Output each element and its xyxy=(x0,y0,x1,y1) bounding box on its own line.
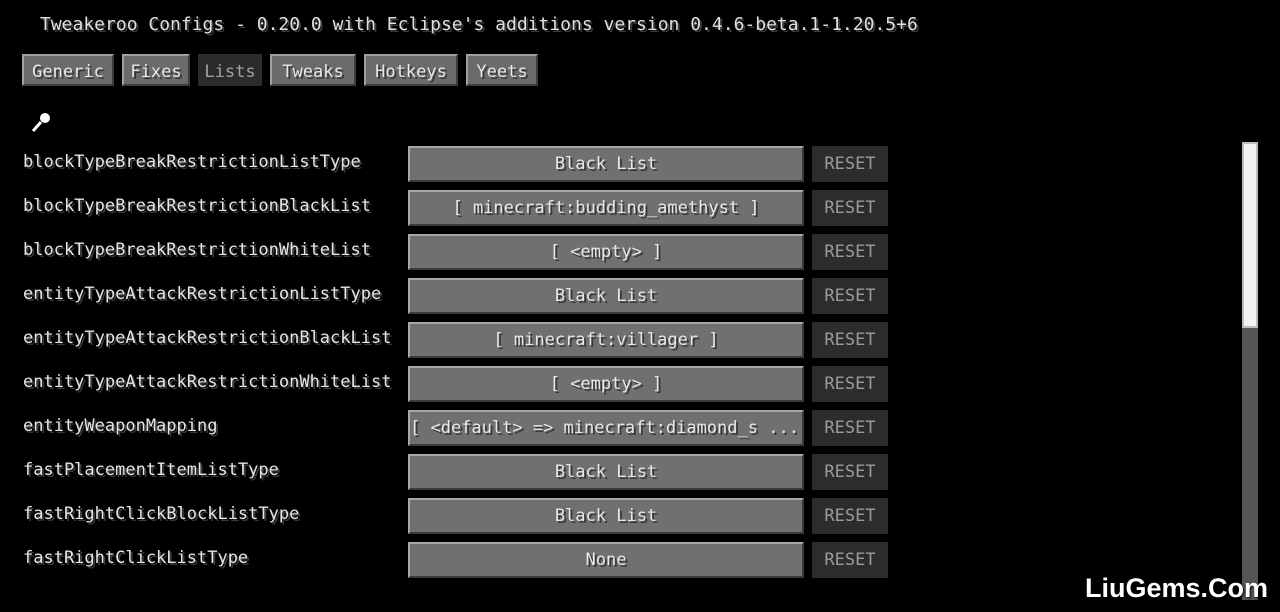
config-row: fastPlacementItemListType Black List RES… xyxy=(0,453,900,491)
config-row: entityWeaponMapping [ <default> => minec… xyxy=(0,409,900,447)
config-value-button[interactable]: [ minecraft:budding_amethyst ] xyxy=(407,189,805,227)
reset-button[interactable]: RESET xyxy=(812,146,888,182)
config-value-button[interactable]: [ <empty> ] xyxy=(407,365,805,403)
scrollbar-thumb[interactable] xyxy=(1242,142,1258,328)
config-row: entityTypeAttackRestrictionBlackList [ m… xyxy=(0,321,900,359)
reset-button[interactable]: RESET xyxy=(812,410,888,446)
config-label: entityWeaponMapping xyxy=(23,416,218,436)
config-label: fastRightClickBlockListType xyxy=(23,504,300,524)
tab-generic[interactable]: Generic xyxy=(21,53,115,87)
config-label: blockTypeBreakRestrictionWhiteList xyxy=(23,240,371,260)
config-value-button[interactable]: [ <empty> ] xyxy=(407,233,805,271)
watermark: LiuGems.Com xyxy=(1084,573,1268,603)
tab-hotkeys[interactable]: Hotkeys xyxy=(363,53,459,87)
config-value-button[interactable]: Black List xyxy=(407,277,805,315)
config-value-button[interactable]: Black List xyxy=(407,453,805,491)
config-label: fastRightClickListType xyxy=(23,548,249,568)
reset-button[interactable]: RESET xyxy=(812,190,888,226)
search-icon[interactable] xyxy=(30,110,54,134)
config-row: blockTypeBreakRestrictionWhiteList [ <em… xyxy=(0,233,900,271)
reset-button[interactable]: RESET xyxy=(812,322,888,358)
tab-yeets[interactable]: Yeets xyxy=(465,53,539,87)
reset-button[interactable]: RESET xyxy=(812,542,888,578)
config-label: entityTypeAttackRestrictionWhiteList xyxy=(23,372,392,392)
config-row: entityTypeAttackRestrictionListType Blac… xyxy=(0,277,900,315)
config-row: fastRightClickListType None RESET xyxy=(0,541,900,579)
tab-tweaks[interactable]: Tweaks xyxy=(269,53,357,87)
tab-fixes[interactable]: Fixes xyxy=(121,53,191,87)
tab-lists[interactable]: Lists xyxy=(197,53,263,87)
window-title: Tweakeroo Configs - 0.20.0 with Eclipse'… xyxy=(40,14,918,35)
config-row: blockTypeBreakRestrictionListType Black … xyxy=(0,145,900,183)
reset-button[interactable]: RESET xyxy=(812,234,888,270)
config-value-button[interactable]: None xyxy=(407,541,805,579)
config-value-button[interactable]: Black List xyxy=(407,497,805,535)
scrollbar-track[interactable] xyxy=(1242,326,1258,600)
reset-button[interactable]: RESET xyxy=(812,498,888,534)
config-value-button[interactable]: [ <default> => minecraft:diamond_s ... ] xyxy=(407,409,805,447)
reset-button[interactable]: RESET xyxy=(812,366,888,402)
config-row: blockTypeBreakRestrictionBlackList [ min… xyxy=(0,189,900,227)
reset-button[interactable]: RESET xyxy=(812,278,888,314)
config-value-button[interactable]: [ minecraft:villager ] xyxy=(407,321,805,359)
config-label: fastPlacementItemListType xyxy=(23,460,279,480)
config-label: entityTypeAttackRestrictionBlackList xyxy=(23,328,392,348)
config-value-button[interactable]: Black List xyxy=(407,145,805,183)
reset-button[interactable]: RESET xyxy=(812,454,888,490)
config-label: blockTypeBreakRestrictionListType xyxy=(23,152,361,172)
config-row: fastRightClickBlockListType Black List R… xyxy=(0,497,900,535)
config-label: entityTypeAttackRestrictionListType xyxy=(23,284,382,304)
config-row: entityTypeAttackRestrictionWhiteList [ <… xyxy=(0,365,900,403)
config-label: blockTypeBreakRestrictionBlackList xyxy=(23,196,371,216)
